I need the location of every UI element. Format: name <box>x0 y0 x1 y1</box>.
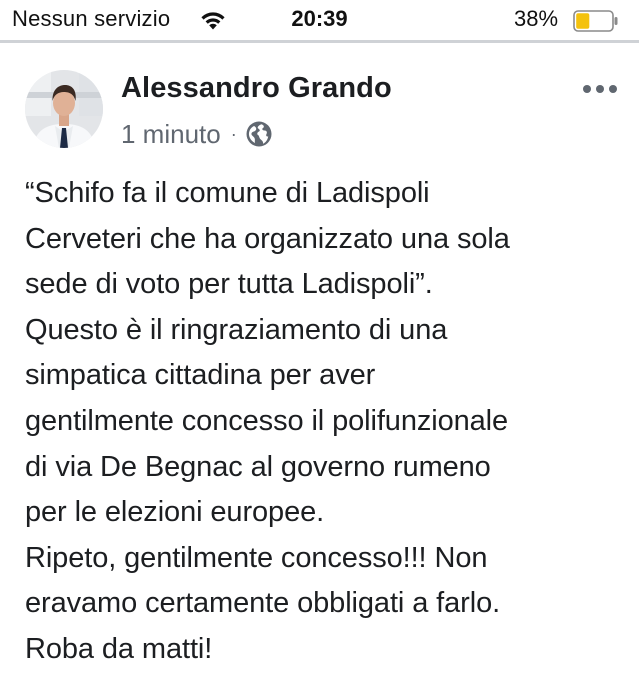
meta-separator: · <box>230 123 237 144</box>
post-meta: 1 minuto · <box>121 117 273 151</box>
post-text-line: Roba da matti! <box>25 632 213 665</box>
post-timestamp[interactable]: 1 minuto <box>121 119 221 150</box>
avatar-photo <box>25 70 103 148</box>
post-text-line: “Schifo fa il comune di Ladispoli <box>25 177 430 209</box>
post-text-line: per le elezioni europee. <box>25 496 325 529</box>
status-bar: Nessun servizio 20:39 38% <box>0 0 639 40</box>
avatar[interactable] <box>25 70 103 148</box>
post-text-line: Ripeto, gentilmente concesso!!! Non <box>25 541 488 574</box>
post-text-line: eravamo certamente obbligati a farlo. <box>25 587 501 620</box>
post-text-line: Cerveteri che ha organizzato una sola <box>25 222 510 255</box>
status-divider <box>0 40 639 43</box>
post-text-line: gentilmente concesso il polifunzionale <box>25 404 509 437</box>
post-text-line: di via De Begnac al governo rumeno <box>25 450 491 483</box>
battery-percentage: 38% <box>514 6 559 31</box>
globe-icon[interactable] <box>245 120 273 148</box>
post-header: Alessandro Grando 1 minuto · <box>0 60 639 160</box>
post-text-line: sede di voto per tutta Ladispoli”. <box>25 268 433 301</box>
post-text-line: simpatica cittadina per aver <box>25 359 376 392</box>
post-text: “Schifo fa il comune di Ladispoli Cervet… <box>25 171 635 673</box>
more-options-icon[interactable] <box>582 82 618 96</box>
battery-level-fill <box>576 13 590 29</box>
battery-icon <box>573 10 618 32</box>
post-text-line: Questo è il ringraziamento di una <box>25 313 448 346</box>
post-author-name[interactable]: Alessandro Grando <box>121 72 392 105</box>
